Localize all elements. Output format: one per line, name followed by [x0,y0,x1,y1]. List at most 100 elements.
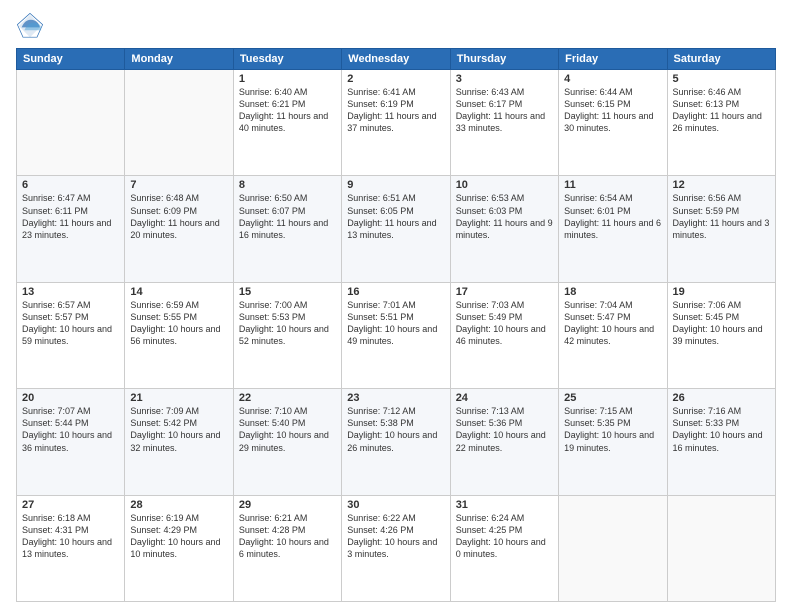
header-row: Sunday Monday Tuesday Wednesday Thursday… [17,49,776,70]
day-cell: 18Sunrise: 7:04 AM Sunset: 5:47 PM Dayli… [559,282,667,388]
day-info: Sunrise: 6:19 AM Sunset: 4:29 PM Dayligh… [130,512,227,561]
day-cell [125,70,233,176]
day-info: Sunrise: 6:40 AM Sunset: 6:21 PM Dayligh… [239,86,336,135]
day-cell: 10Sunrise: 6:53 AM Sunset: 6:03 PM Dayli… [450,176,558,282]
week-row-3: 20Sunrise: 7:07 AM Sunset: 5:44 PM Dayli… [17,389,776,495]
day-cell: 19Sunrise: 7:06 AM Sunset: 5:45 PM Dayli… [667,282,775,388]
day-cell: 20Sunrise: 7:07 AM Sunset: 5:44 PM Dayli… [17,389,125,495]
day-number: 18 [564,286,661,298]
day-cell: 1Sunrise: 6:40 AM Sunset: 6:21 PM Daylig… [233,70,341,176]
day-cell: 7Sunrise: 6:48 AM Sunset: 6:09 PM Daylig… [125,176,233,282]
day-info: Sunrise: 6:50 AM Sunset: 6:07 PM Dayligh… [239,192,336,241]
day-number: 4 [564,73,661,85]
header [16,12,776,40]
day-info: Sunrise: 7:10 AM Sunset: 5:40 PM Dayligh… [239,405,336,454]
day-info: Sunrise: 6:21 AM Sunset: 4:28 PM Dayligh… [239,512,336,561]
calendar-table: Sunday Monday Tuesday Wednesday Thursday… [16,48,776,602]
day-number: 23 [347,392,444,404]
day-number: 19 [673,286,770,298]
day-number: 15 [239,286,336,298]
day-info: Sunrise: 6:22 AM Sunset: 4:26 PM Dayligh… [347,512,444,561]
day-number: 21 [130,392,227,404]
day-info: Sunrise: 7:16 AM Sunset: 5:33 PM Dayligh… [673,405,770,454]
week-row-0: 1Sunrise: 6:40 AM Sunset: 6:21 PM Daylig… [17,70,776,176]
day-cell: 15Sunrise: 7:00 AM Sunset: 5:53 PM Dayli… [233,282,341,388]
day-cell: 9Sunrise: 6:51 AM Sunset: 6:05 PM Daylig… [342,176,450,282]
day-info: Sunrise: 7:12 AM Sunset: 5:38 PM Dayligh… [347,405,444,454]
col-tuesday: Tuesday [233,49,341,70]
day-cell: 4Sunrise: 6:44 AM Sunset: 6:15 PM Daylig… [559,70,667,176]
day-cell: 6Sunrise: 6:47 AM Sunset: 6:11 PM Daylig… [17,176,125,282]
day-number: 6 [22,179,119,191]
day-number: 29 [239,499,336,511]
day-info: Sunrise: 7:07 AM Sunset: 5:44 PM Dayligh… [22,405,119,454]
day-info: Sunrise: 7:03 AM Sunset: 5:49 PM Dayligh… [456,299,553,348]
col-wednesday: Wednesday [342,49,450,70]
day-number: 31 [456,499,553,511]
day-number: 17 [456,286,553,298]
day-info: Sunrise: 7:01 AM Sunset: 5:51 PM Dayligh… [347,299,444,348]
day-number: 1 [239,73,336,85]
day-number: 5 [673,73,770,85]
day-number: 26 [673,392,770,404]
day-cell [667,495,775,601]
day-number: 7 [130,179,227,191]
day-number: 27 [22,499,119,511]
day-info: Sunrise: 7:06 AM Sunset: 5:45 PM Dayligh… [673,299,770,348]
col-saturday: Saturday [667,49,775,70]
day-cell: 31Sunrise: 6:24 AM Sunset: 4:25 PM Dayli… [450,495,558,601]
day-cell: 11Sunrise: 6:54 AM Sunset: 6:01 PM Dayli… [559,176,667,282]
day-cell: 12Sunrise: 6:56 AM Sunset: 5:59 PM Dayli… [667,176,775,282]
day-info: Sunrise: 6:48 AM Sunset: 6:09 PM Dayligh… [130,192,227,241]
day-cell: 14Sunrise: 6:59 AM Sunset: 5:55 PM Dayli… [125,282,233,388]
day-cell: 8Sunrise: 6:50 AM Sunset: 6:07 PM Daylig… [233,176,341,282]
day-number: 22 [239,392,336,404]
day-info: Sunrise: 6:47 AM Sunset: 6:11 PM Dayligh… [22,192,119,241]
day-number: 24 [456,392,553,404]
day-number: 11 [564,179,661,191]
day-number: 10 [456,179,553,191]
day-info: Sunrise: 7:00 AM Sunset: 5:53 PM Dayligh… [239,299,336,348]
day-info: Sunrise: 6:43 AM Sunset: 6:17 PM Dayligh… [456,86,553,135]
week-row-1: 6Sunrise: 6:47 AM Sunset: 6:11 PM Daylig… [17,176,776,282]
day-info: Sunrise: 6:44 AM Sunset: 6:15 PM Dayligh… [564,86,661,135]
day-cell [17,70,125,176]
day-info: Sunrise: 6:24 AM Sunset: 4:25 PM Dayligh… [456,512,553,561]
col-friday: Friday [559,49,667,70]
day-cell: 22Sunrise: 7:10 AM Sunset: 5:40 PM Dayli… [233,389,341,495]
day-info: Sunrise: 6:18 AM Sunset: 4:31 PM Dayligh… [22,512,119,561]
day-cell: 13Sunrise: 6:57 AM Sunset: 5:57 PM Dayli… [17,282,125,388]
day-number: 8 [239,179,336,191]
day-info: Sunrise: 7:09 AM Sunset: 5:42 PM Dayligh… [130,405,227,454]
day-cell: 28Sunrise: 6:19 AM Sunset: 4:29 PM Dayli… [125,495,233,601]
col-thursday: Thursday [450,49,558,70]
day-cell: 3Sunrise: 6:43 AM Sunset: 6:17 PM Daylig… [450,70,558,176]
logo-area [16,12,46,40]
day-cell: 2Sunrise: 6:41 AM Sunset: 6:19 PM Daylig… [342,70,450,176]
page: Sunday Monday Tuesday Wednesday Thursday… [0,0,792,612]
day-info: Sunrise: 7:04 AM Sunset: 5:47 PM Dayligh… [564,299,661,348]
week-row-4: 27Sunrise: 6:18 AM Sunset: 4:31 PM Dayli… [17,495,776,601]
day-info: Sunrise: 6:56 AM Sunset: 5:59 PM Dayligh… [673,192,770,241]
day-cell: 24Sunrise: 7:13 AM Sunset: 5:36 PM Dayli… [450,389,558,495]
day-info: Sunrise: 6:57 AM Sunset: 5:57 PM Dayligh… [22,299,119,348]
col-monday: Monday [125,49,233,70]
col-sunday: Sunday [17,49,125,70]
day-number: 3 [456,73,553,85]
day-info: Sunrise: 6:59 AM Sunset: 5:55 PM Dayligh… [130,299,227,348]
day-number: 25 [564,392,661,404]
day-number: 2 [347,73,444,85]
day-cell: 23Sunrise: 7:12 AM Sunset: 5:38 PM Dayli… [342,389,450,495]
day-cell: 26Sunrise: 7:16 AM Sunset: 5:33 PM Dayli… [667,389,775,495]
day-cell: 5Sunrise: 6:46 AM Sunset: 6:13 PM Daylig… [667,70,775,176]
day-number: 13 [22,286,119,298]
day-number: 14 [130,286,227,298]
logo-icon [16,12,44,40]
day-info: Sunrise: 6:51 AM Sunset: 6:05 PM Dayligh… [347,192,444,241]
day-cell [559,495,667,601]
day-info: Sunrise: 6:53 AM Sunset: 6:03 PM Dayligh… [456,192,553,241]
day-number: 12 [673,179,770,191]
week-row-2: 13Sunrise: 6:57 AM Sunset: 5:57 PM Dayli… [17,282,776,388]
day-info: Sunrise: 7:15 AM Sunset: 5:35 PM Dayligh… [564,405,661,454]
day-cell: 29Sunrise: 6:21 AM Sunset: 4:28 PM Dayli… [233,495,341,601]
